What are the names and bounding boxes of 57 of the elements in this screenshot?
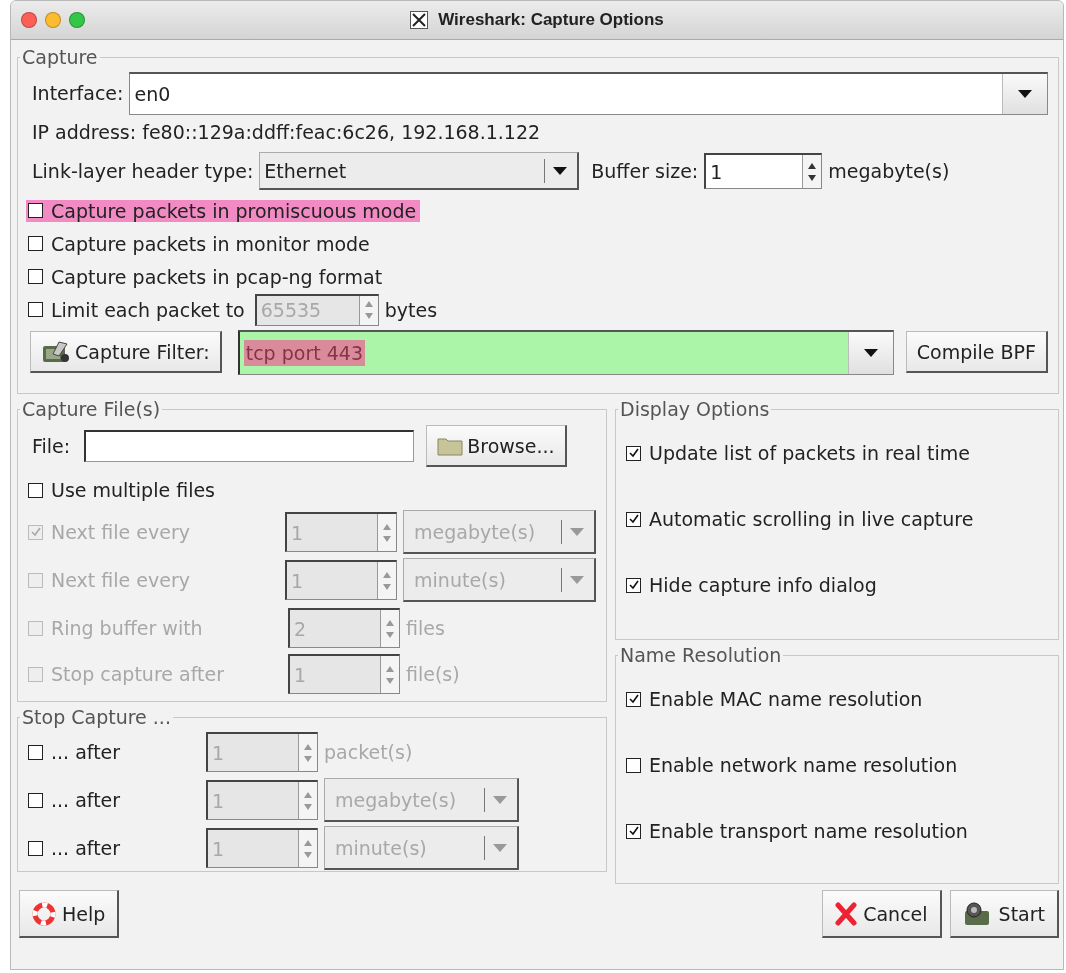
group-title: Name Resolution [619, 644, 783, 666]
capture-option-checkbox[interactable]: Capture packets in pcap-ng format [26, 265, 387, 288]
checkmark-icon [29, 526, 42, 538]
start-button[interactable]: Start [949, 890, 1059, 938]
checkmark-icon [627, 693, 640, 705]
ip-address-text: IP address: fe80::129a:ddff:feac:6c26, 192.168.1.122 [32, 121, 541, 143]
checkmark-icon [627, 825, 640, 837]
unit-label: bytes [384, 298, 438, 321]
caret-icon [493, 843, 507, 852]
checkmark-icon [627, 447, 640, 459]
display-option-checkbox[interactable]: Update list of packets in real time [624, 442, 975, 464]
caret-icon [553, 166, 568, 175]
unit-label: packet(s) [324, 741, 413, 763]
caret-icon [570, 575, 584, 584]
caret-icon [863, 348, 878, 357]
caret-icon [493, 795, 507, 804]
group-title: Capture [21, 46, 99, 68]
filter-icon [41, 339, 71, 364]
group-title: Capture File(s) [21, 398, 162, 420]
link-layer-dropdown[interactable]: Ethernet [259, 152, 580, 190]
group-title: Stop Capture ... [21, 706, 172, 728]
capture-option-checkbox[interactable]: Capture packets in monitor mode [26, 232, 374, 255]
field-label: Link-layer header type: [32, 160, 254, 182]
folder-icon [437, 435, 464, 456]
caret-icon [570, 527, 584, 536]
unit-label: megabyte(s) [828, 160, 950, 182]
display-option-checkbox[interactable]: Automatic scrolling in live capture [624, 508, 978, 530]
unit-label: file(s) [406, 663, 460, 685]
name-resolution-checkbox[interactable]: Enable MAC name resolution [624, 688, 927, 710]
buffer-size-spinner[interactable]: 1 [704, 153, 823, 189]
checkmark-icon [627, 513, 640, 525]
window-title: Wireshark: Capture Options [438, 10, 664, 30]
file-input-field[interactable] [84, 430, 415, 462]
field-label: Interface: [32, 82, 124, 104]
display-option-checkbox[interactable]: Hide capture info dialog [624, 574, 881, 596]
capture-filter-button[interactable]: Capture Filter: [30, 331, 222, 373]
zoom-button[interactable] [69, 12, 85, 28]
interface-dropdown[interactable]: en0 [129, 71, 1048, 115]
lifebuoy-icon [32, 901, 56, 926]
name-resolution-checkbox[interactable]: Enable network name resolution [624, 754, 962, 776]
field-label: File: [32, 435, 71, 457]
name-resolution-checkbox[interactable]: Enable transport name resolution [624, 820, 972, 842]
close-button[interactable] [21, 12, 37, 28]
checkmark-icon [627, 579, 640, 591]
browse-button[interactable]: Browse... [426, 425, 567, 467]
caret-icon [1018, 89, 1032, 98]
minimize-button[interactable] [45, 12, 61, 28]
multiple-files-checkbox[interactable]: Use multiple files [26, 479, 219, 501]
unit-label: files [406, 617, 445, 639]
group-title: Display Options [619, 398, 771, 420]
compile-bpf-button[interactable]: Compile BPF [905, 331, 1048, 373]
x-app-icon [410, 11, 429, 29]
help-button[interactable]: Help [19, 890, 120, 938]
cross-icon [835, 901, 858, 926]
field-label: Buffer size: [591, 160, 699, 182]
capture-option-checkbox[interactable]: Capture packets in promiscuous mode [26, 199, 421, 222]
cancel-button[interactable]: Cancel [822, 890, 942, 938]
